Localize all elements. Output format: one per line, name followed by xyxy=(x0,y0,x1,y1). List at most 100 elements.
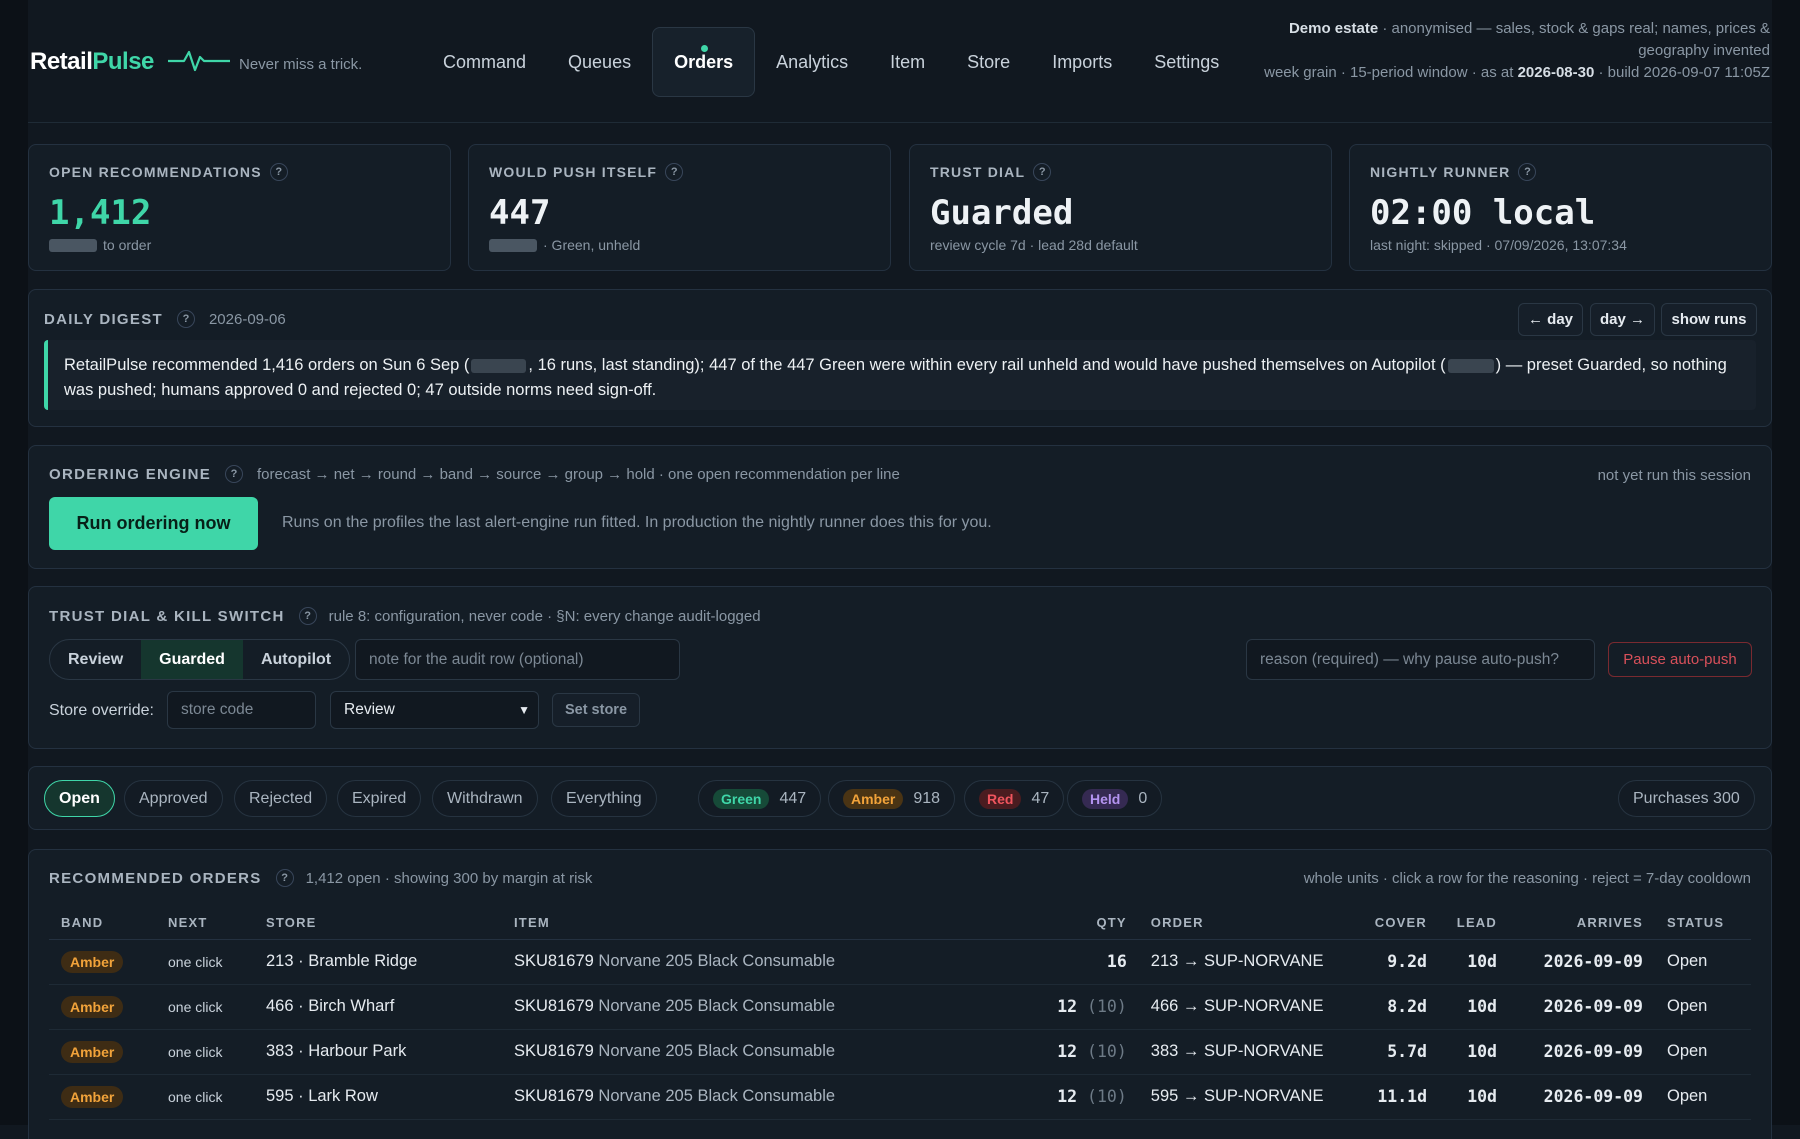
filter-rejected[interactable]: Rejected xyxy=(234,780,328,817)
audit-note-input[interactable]: note for the audit row (optional) xyxy=(355,639,680,680)
chevron-down-icon: ▼ xyxy=(518,703,530,717)
table-row[interactable]: Amber one click 213 · Bramble Ridge SKU8… xyxy=(49,939,1751,985)
help-icon[interactable]: ? xyxy=(225,465,244,483)
set-store-button[interactable]: Set store xyxy=(552,693,640,727)
brand-name-accent: Pulse xyxy=(92,48,154,75)
build-info: · build 2026-09-07 11:05Z xyxy=(1594,64,1770,81)
digest-summary: RetailPulse recommended 1,416 orders on … xyxy=(44,340,1756,410)
band-tag: Amber xyxy=(843,788,904,809)
kpi-would-push: WOULD PUSH ITSELF? 447 · Green, unheld xyxy=(468,144,891,271)
brand-logo[interactable]: RetailPulse xyxy=(30,48,154,76)
col-item[interactable]: ITEM xyxy=(502,906,1019,940)
qty: 12 xyxy=(1057,997,1078,1016)
col-store[interactable]: STORE xyxy=(254,906,502,940)
section-title: ORDERING ENGINE xyxy=(49,465,212,483)
redacted-block xyxy=(489,238,537,252)
filter-withdrawn[interactable]: Withdrawn xyxy=(432,780,538,817)
help-icon[interactable]: ? xyxy=(1518,163,1537,181)
sku: SKU81679 xyxy=(514,997,594,1015)
next-action[interactable]: one click xyxy=(156,1074,254,1120)
col-lead[interactable]: LEAD xyxy=(1439,906,1509,940)
qty: 16 xyxy=(1106,952,1127,971)
kpi-value: Guarded xyxy=(930,193,1074,233)
mode-autopilot[interactable]: Autopilot xyxy=(243,640,349,679)
main-nav: Command Queues Orders Analytics Item Sto… xyxy=(422,27,1240,97)
left-gutter xyxy=(0,0,28,1125)
col-status[interactable]: STATUS xyxy=(1655,906,1751,940)
band-filter-amber[interactable]: Amber 918 xyxy=(828,780,956,817)
help-icon[interactable]: ? xyxy=(176,310,195,328)
mode-review[interactable]: Review xyxy=(50,640,141,679)
band-count: 0 xyxy=(1138,789,1148,807)
section-title: TRUST DIAL & KILL SWITCH xyxy=(49,607,285,625)
grain-info: week grain · 15-period window · as at xyxy=(1264,64,1518,81)
store-cell: 466 · Birch Wharf xyxy=(254,984,502,1030)
help-icon[interactable]: ? xyxy=(275,869,294,887)
table-row[interactable]: Amber one click 466 · Birch Wharf SKU816… xyxy=(49,984,1751,1030)
band-filter-green[interactable]: Green 447 xyxy=(698,780,822,817)
col-next[interactable]: NEXT xyxy=(156,906,254,940)
kpi-label: OPEN RECOMMENDATIONS xyxy=(49,164,262,180)
qty-original: (10) xyxy=(1087,997,1127,1016)
sku: SKU81679 xyxy=(514,1087,594,1105)
mode-select-value: Review xyxy=(344,701,395,718)
order-cell: 383 → SUP-NORVANE xyxy=(1138,1029,1363,1075)
nav-queues[interactable]: Queues xyxy=(547,27,652,97)
filter-expired[interactable]: Expired xyxy=(337,780,422,817)
pause-reason-input[interactable]: reason (required) — why pause auto-push? xyxy=(1246,639,1595,680)
next-action[interactable]: one click xyxy=(156,939,254,985)
col-order[interactable]: ORDER xyxy=(1138,906,1363,940)
arrives-cell: 2026-09-09 xyxy=(1509,939,1655,985)
col-band[interactable]: BAND xyxy=(49,906,156,940)
qty-cell: 12 (10) xyxy=(1018,1074,1139,1120)
table-row[interactable]: Amber one click 595 · Lark Row SKU81679 … xyxy=(49,1074,1751,1120)
col-cover[interactable]: COVER xyxy=(1362,906,1439,940)
next-day-button[interactable]: day → xyxy=(1590,303,1655,336)
status-cell: Open xyxy=(1655,939,1751,985)
band-filter-held[interactable]: Held 0 xyxy=(1067,780,1163,817)
band-filter-red[interactable]: Red 47 xyxy=(964,780,1065,817)
arrives-cell: 2026-09-09 xyxy=(1509,984,1655,1030)
qty: 12 xyxy=(1057,1042,1078,1061)
help-icon[interactable]: ? xyxy=(269,163,288,181)
tagline: Never miss a trick. xyxy=(239,56,363,73)
purchases-toggle[interactable]: Purchases 300 xyxy=(1618,780,1755,817)
mode-select[interactable]: Review ▼ xyxy=(330,691,539,729)
help-icon[interactable]: ? xyxy=(298,607,317,625)
nav-settings[interactable]: Settings xyxy=(1133,27,1240,97)
nav-analytics[interactable]: Analytics xyxy=(755,27,869,97)
trust-rule: rule 8: configuration, never code · §N: … xyxy=(328,607,761,625)
table-row[interactable]: Amber one click 383 · Harbour Park SKU81… xyxy=(49,1029,1751,1075)
kpi-label: NIGHTLY RUNNER xyxy=(1370,164,1511,180)
orders-hint: whole units · click a row for the reason… xyxy=(1303,870,1751,887)
filter-everything[interactable]: Everything xyxy=(551,780,657,817)
store-cell: 595 · Lark Row xyxy=(254,1074,502,1120)
show-runs-button[interactable]: show runs xyxy=(1661,303,1757,336)
help-icon[interactable]: ? xyxy=(1033,163,1052,181)
prev-day-button[interactable]: ← day xyxy=(1518,303,1583,336)
nav-item[interactable]: Item xyxy=(869,27,946,97)
trust-dial-panel: TRUST DIAL & KILL SWITCH ? rule 8: confi… xyxy=(28,586,1772,749)
col-qty[interactable]: QTY xyxy=(1018,906,1139,940)
pipeline-steps: forecast → net → round → band → source →… xyxy=(257,465,900,483)
band-tag: Red xyxy=(979,788,1022,809)
nav-orders[interactable]: Orders xyxy=(652,27,756,97)
item-cell: SKU81679 Norvane 205 Black Consumable xyxy=(502,1074,1019,1120)
recommended-orders: RECOMMENDED ORDERS ? 1,412 open · showin… xyxy=(28,849,1772,1139)
nav-command[interactable]: Command xyxy=(422,27,547,97)
col-arrives[interactable]: ARRIVES xyxy=(1509,906,1655,940)
next-action[interactable]: one click xyxy=(156,984,254,1030)
filter-open[interactable]: Open xyxy=(44,780,115,817)
top-bar: RetailPulse Never miss a trick. Command … xyxy=(28,0,1772,123)
mode-guarded[interactable]: Guarded xyxy=(141,640,243,679)
pause-autopush-button[interactable]: Pause auto-push xyxy=(1608,642,1752,677)
kpi-value: 02:00 local xyxy=(1370,193,1596,233)
help-icon[interactable]: ? xyxy=(665,163,684,181)
nav-store[interactable]: Store xyxy=(946,27,1031,97)
nav-imports[interactable]: Imports xyxy=(1031,27,1133,97)
next-action[interactable]: one click xyxy=(156,1029,254,1075)
store-code-input[interactable]: store code xyxy=(167,691,316,729)
filter-approved[interactable]: Approved xyxy=(124,780,223,817)
item-name: Norvane 205 Black Consumable xyxy=(598,1042,836,1060)
run-ordering-button[interactable]: Run ordering now xyxy=(49,497,258,550)
